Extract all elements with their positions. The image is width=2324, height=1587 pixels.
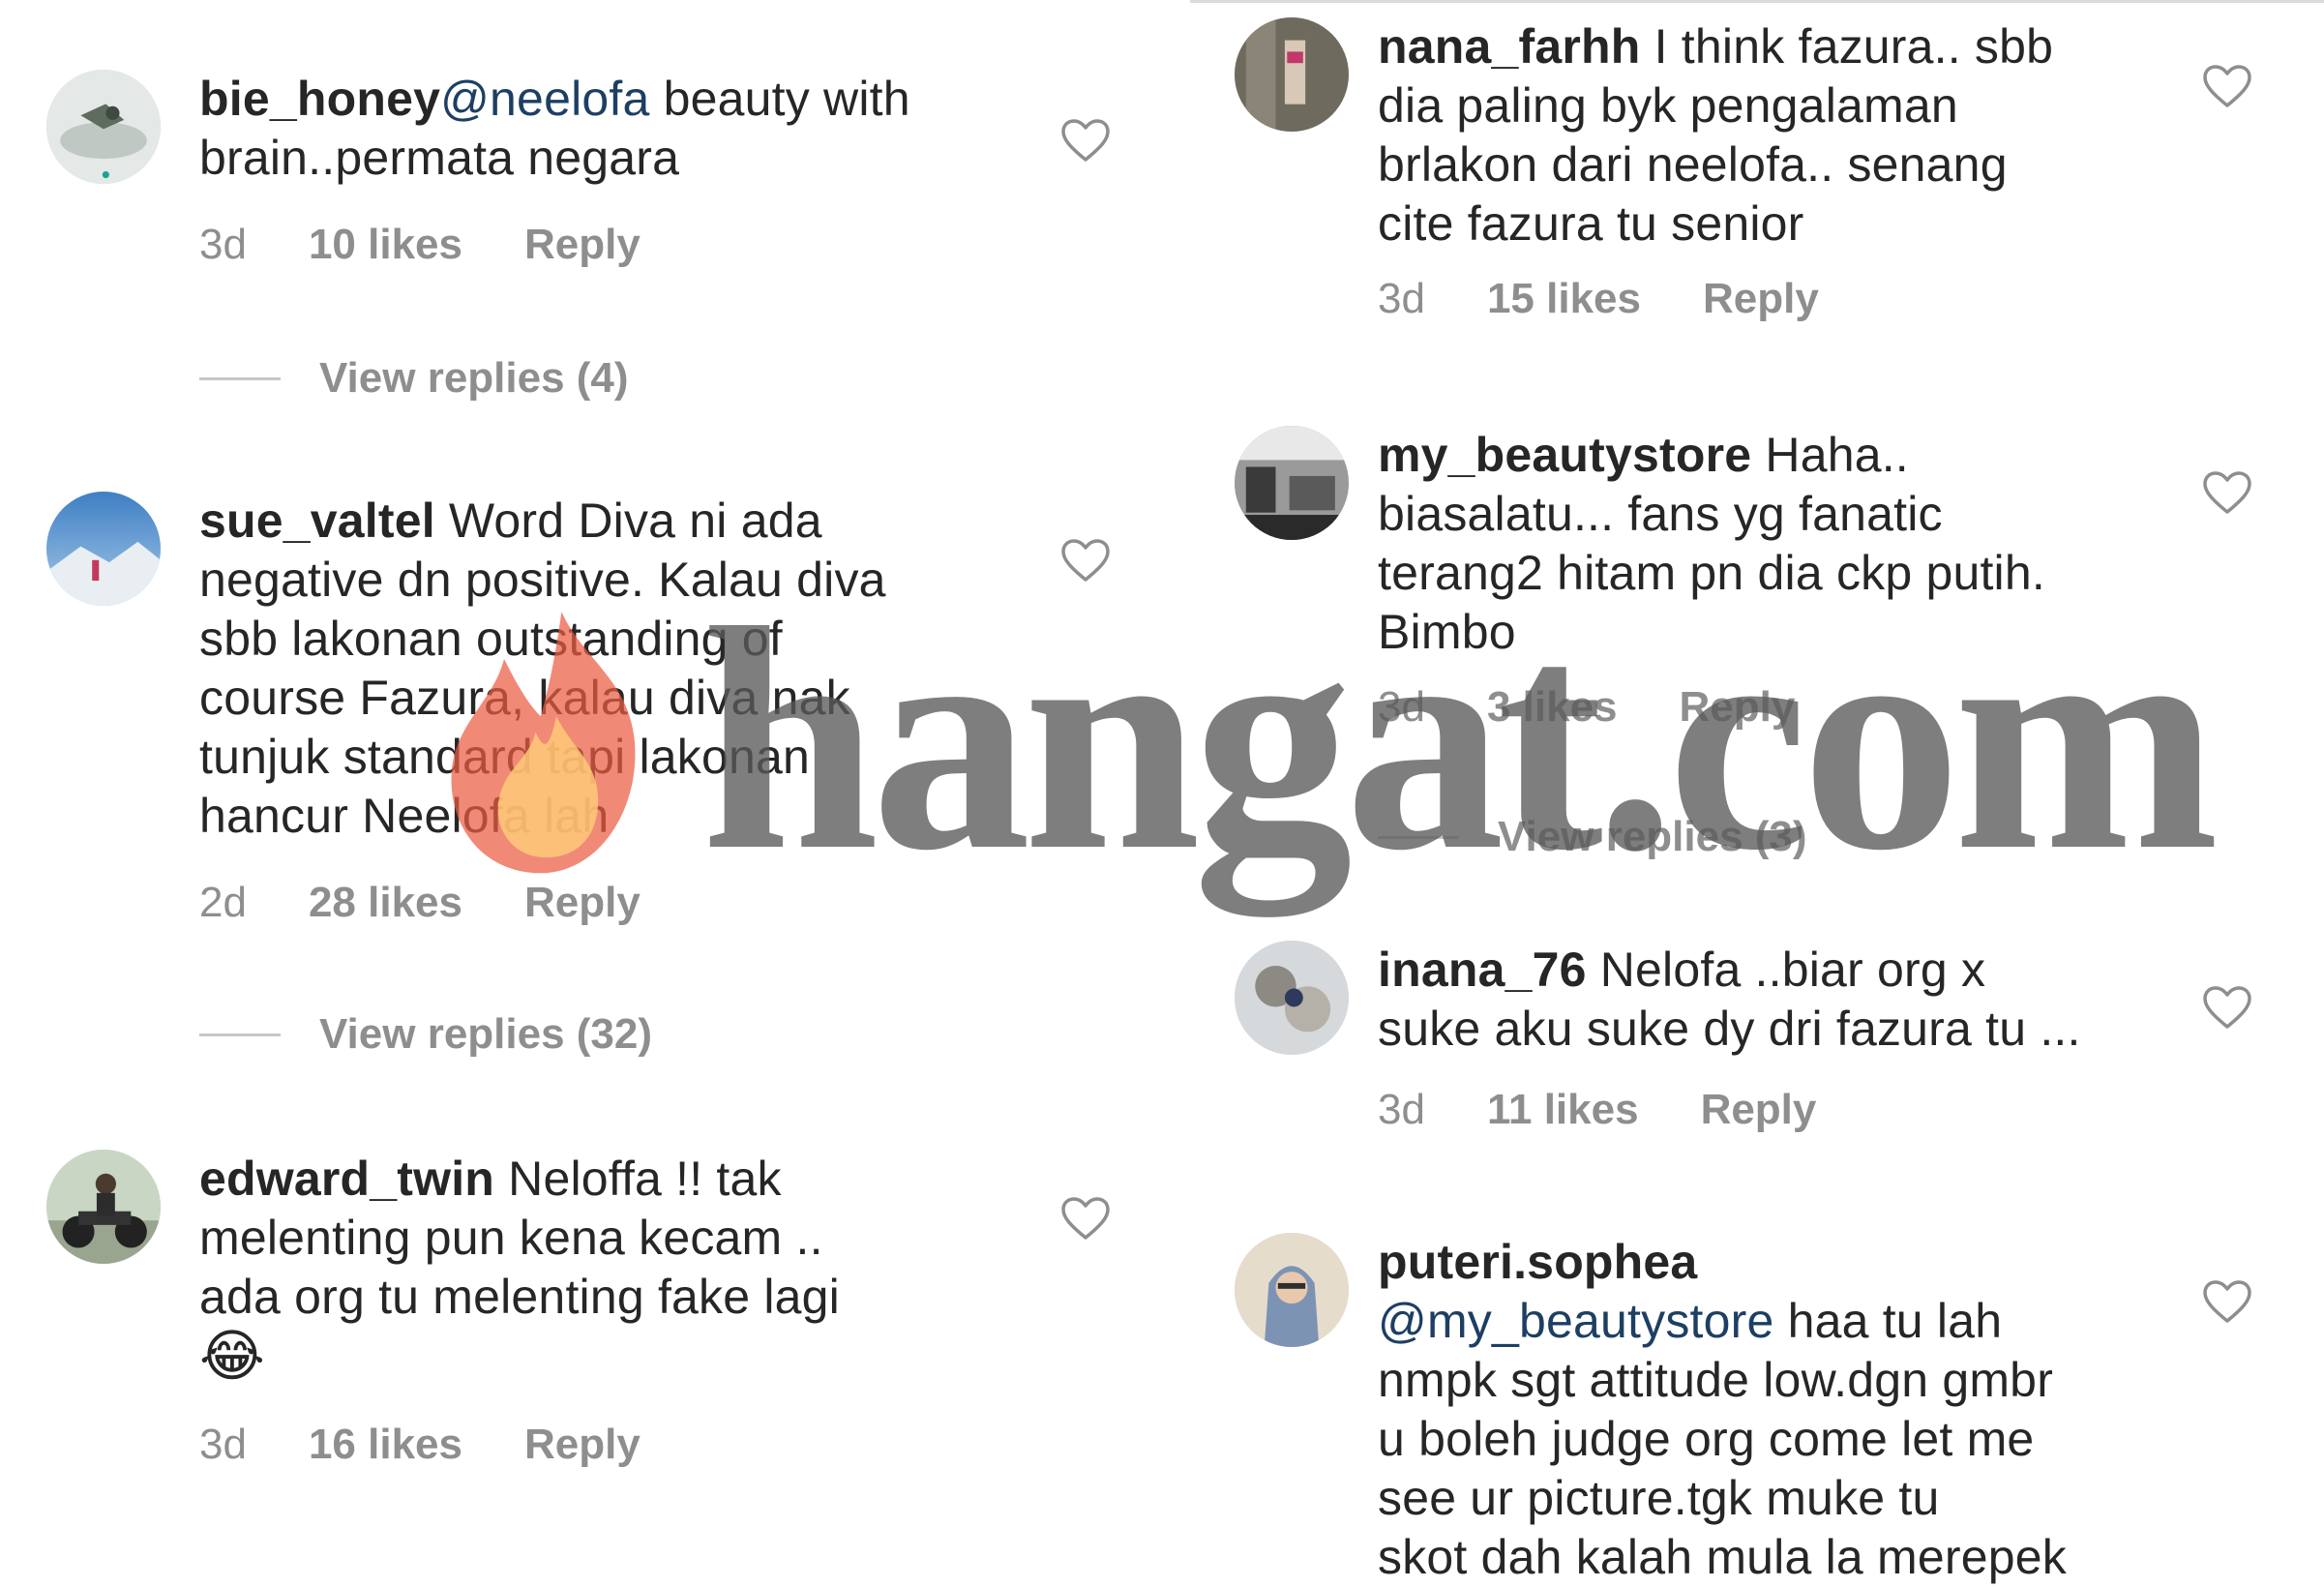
comment-text: nana_farhh I think fazura.. sbb dia pali… <box>1378 19 2054 251</box>
comment-text: inana_76 Nelofa ..biar org x suke aku su… <box>1378 943 2081 1056</box>
likes-count[interactable]: 11 likes <box>1487 1086 1639 1134</box>
avatar[interactable] <box>1235 941 1349 1055</box>
laughing-emoji: 😂 <box>199 1325 265 1388</box>
reply-button[interactable]: Reply <box>1680 683 1796 732</box>
like-heart-icon[interactable] <box>1060 118 1111 163</box>
likes-count[interactable]: 28 likes <box>309 879 462 927</box>
comment-meta: 3d 10 likes Reply <box>199 221 641 269</box>
timestamp: 3d <box>199 1421 247 1468</box>
right-comment-column: nana_farhh I think fazura.. sbb dia pali… <box>1190 0 2324 1584</box>
username[interactable]: my_beautystore <box>1378 428 1751 482</box>
comment-text: bie_honey@neelofa beauty with brain..per… <box>199 72 910 185</box>
timestamp: 3d <box>199 221 247 268</box>
view-replies-button[interactable]: View replies (4) <box>199 354 629 403</box>
comment-meta: 3d 16 likes Reply <box>199 1421 641 1469</box>
avatar[interactable] <box>1235 1233 1349 1347</box>
avatar[interactable] <box>46 492 161 606</box>
view-replies-button[interactable]: View replies (32) <box>199 1010 652 1059</box>
timestamp: 3d <box>1378 683 1425 731</box>
reply-button[interactable]: Reply <box>524 1421 641 1469</box>
like-heart-icon[interactable] <box>2202 64 2252 108</box>
timestamp: 2d <box>199 879 247 926</box>
username[interactable]: nana_farhh <box>1378 19 1641 74</box>
username[interactable]: bie_honey <box>199 72 440 126</box>
mention-link[interactable]: @my_beautystore <box>1378 1294 1774 1348</box>
comment-text: edward_twin Neloffa !! tak melenting pun… <box>199 1150 1051 1386</box>
reply-button[interactable]: Reply <box>1703 275 1819 323</box>
like-heart-icon[interactable] <box>2202 470 2252 515</box>
avatar[interactable] <box>46 70 161 184</box>
likes-count[interactable]: 15 likes <box>1487 275 1641 323</box>
replies-divider-line <box>1378 835 1459 839</box>
avatar[interactable] <box>1235 426 1349 540</box>
view-replies-button[interactable]: View replies (3) <box>1378 813 1807 861</box>
reply-button[interactable]: Reply <box>524 221 641 269</box>
comment-text: my_beautystore Haha.. biasalatu... fans … <box>1378 428 2045 659</box>
comment-text: puteri.sophea @my_beautystore haa tu lah… <box>1378 1235 2067 1584</box>
username[interactable]: sue_valtel <box>199 494 435 548</box>
timestamp: 3d <box>1378 1086 1425 1133</box>
comment-meta: 2d 28 likes Reply <box>199 879 641 927</box>
avatar[interactable] <box>46 1150 161 1264</box>
username[interactable]: edward_twin <box>199 1152 494 1206</box>
reply-button[interactable]: Reply <box>524 879 641 927</box>
like-heart-icon[interactable] <box>2202 985 2252 1030</box>
timestamp: 3d <box>1378 275 1425 322</box>
left-comment-column: bie_honey@neelofa beauty with brain..per… <box>0 0 1171 1548</box>
like-heart-icon[interactable] <box>2202 1279 2252 1324</box>
likes-count[interactable]: 10 likes <box>309 221 462 269</box>
username[interactable]: inana_76 <box>1378 943 1587 997</box>
comment-text: sue_valtel Word Diva ni ada negative dn … <box>199 494 886 843</box>
comment-meta: 3d 3 likes Reply <box>1378 683 1795 732</box>
likes-count[interactable]: 3 likes <box>1487 683 1618 732</box>
username[interactable]: puteri.sophea <box>1378 1235 1697 1289</box>
replies-divider-line <box>199 1033 281 1036</box>
mention-link[interactable]: @neelofa <box>440 72 649 126</box>
reply-button[interactable]: Reply <box>1701 1086 1817 1134</box>
likes-count[interactable]: 16 likes <box>309 1421 462 1469</box>
like-heart-icon[interactable] <box>1060 1196 1111 1241</box>
replies-divider-line <box>199 376 281 380</box>
comment-meta: 3d 11 likes Reply <box>1378 1086 1816 1134</box>
avatar[interactable] <box>1235 17 1349 132</box>
like-heart-icon[interactable] <box>1060 538 1111 583</box>
comment-meta: 3d 15 likes Reply <box>1378 275 1819 323</box>
